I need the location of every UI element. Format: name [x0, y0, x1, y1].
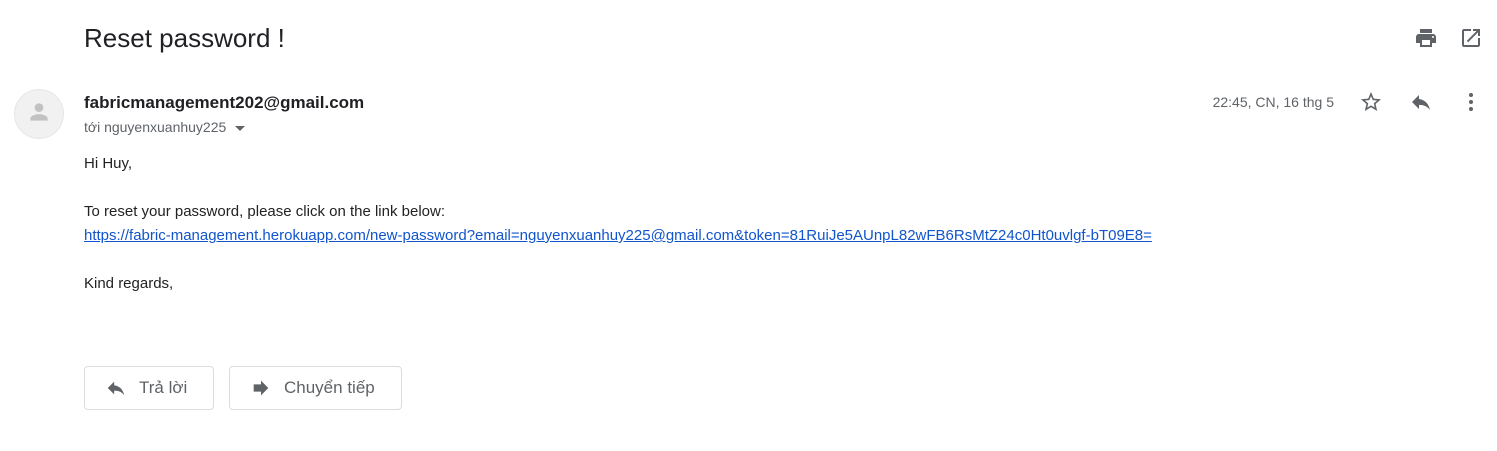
forward-icon — [250, 377, 272, 399]
sender-avatar[interactable] — [14, 89, 64, 139]
forward-button[interactable]: Chuyển tiếp — [229, 366, 402, 410]
reply-icon — [105, 377, 127, 399]
caret-down-icon[interactable] — [235, 125, 246, 131]
more-vertical-icon[interactable] — [1459, 90, 1483, 114]
reply-icon[interactable] — [1409, 90, 1433, 114]
star-icon[interactable] — [1359, 90, 1383, 114]
recipient-row: tới nguyenxuanhuy225 — [84, 117, 246, 137]
recipient-label: tới nguyenxuanhuy225 — [84, 119, 227, 135]
reply-button-label: Trả lời — [139, 378, 188, 397]
email-date: 22:45, CN, 16 thg 5 — [1212, 94, 1334, 110]
body-greeting: Hi Huy, — [84, 155, 133, 172]
body-instruction: To reset your password, please click on … — [84, 203, 446, 220]
email-subject: Reset password ! — [84, 23, 285, 53]
sender-email[interactable]: fabricmanagement202@gmail.com — [84, 92, 364, 114]
reset-password-link[interactable]: https://fabric-management.herokuapp.com/… — [84, 227, 1152, 244]
body-closing: Kind regards, — [84, 275, 174, 292]
print-icon[interactable] — [1414, 26, 1438, 50]
reply-button[interactable]: Trả lời — [84, 366, 214, 410]
email-body: Hi Huy, To reset your password, please c… — [84, 152, 1152, 296]
open-in-new-window-icon[interactable] — [1459, 26, 1483, 50]
default-avatar-icon — [26, 99, 52, 130]
forward-button-label: Chuyển tiếp — [284, 378, 375, 397]
